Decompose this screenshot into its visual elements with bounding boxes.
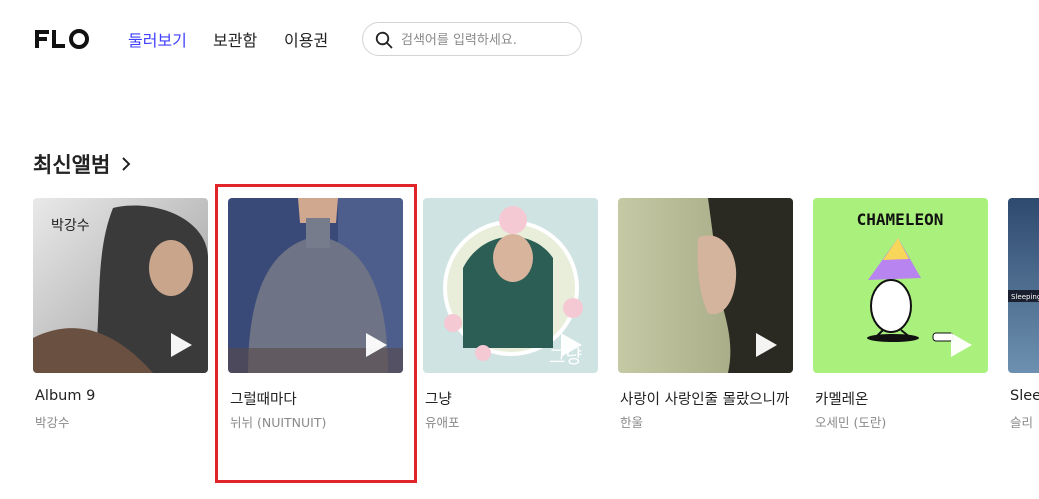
search-icon: [375, 31, 393, 49]
album-cover[interactable]: [228, 198, 403, 373]
album-card[interactable]: 박강수 Album 9 박강수: [33, 198, 208, 430]
search-input[interactable]: [401, 30, 571, 50]
nav-subscription[interactable]: 이용권: [284, 27, 328, 51]
nav-library[interactable]: 보관함: [213, 27, 257, 51]
play-icon[interactable]: [558, 331, 584, 359]
album-cover[interactable]: 그냥: [423, 198, 598, 373]
play-icon[interactable]: [948, 331, 974, 359]
album-card[interactable]: CHAMELEON 카멜레온 오세민 (도란): [813, 198, 988, 430]
album-list: 박강수 Album 9 박강수 그럴때마다 뉘뉘 (NUITNUIT) 그냥 그…: [33, 198, 1039, 458]
album-card[interactable]: 그냥 그냥 유애포: [423, 198, 598, 430]
album-cover[interactable]: Sleeping: [1008, 198, 1039, 373]
play-icon[interactable]: [753, 331, 779, 359]
section-title-text: 최신앨범: [33, 153, 111, 177]
album-title[interactable]: Slee: [1010, 388, 1039, 404]
play-icon[interactable]: [168, 331, 194, 359]
album-artist[interactable]: 한울: [620, 412, 643, 431]
album-cover[interactable]: 박강수: [33, 198, 208, 373]
svg-text:박강수: 박강수: [51, 218, 90, 234]
chevron-right-icon: [122, 157, 131, 171]
album-card[interactable]: Sleeping Slee 슬리: [1008, 198, 1039, 430]
album-artist[interactable]: 유애포: [425, 412, 460, 431]
album-card[interactable]: 사랑이 사랑인줄 몰랐으니까 한울: [618, 198, 793, 430]
search-box[interactable]: [362, 22, 582, 56]
header: 둘러보기 보관함 이용권: [0, 0, 1039, 80]
album-title[interactable]: 사랑이 사랑인줄 몰랐으니까: [620, 388, 789, 409]
flo-logo[interactable]: [33, 26, 91, 52]
album-title[interactable]: 카멜레온: [815, 388, 868, 409]
nav-browse[interactable]: 둘러보기: [128, 27, 187, 51]
album-title[interactable]: 그냥: [425, 388, 452, 409]
album-artist[interactable]: 오세민 (도란): [815, 412, 886, 431]
play-icon[interactable]: [363, 331, 389, 359]
album-cover[interactable]: CHAMELEON: [813, 198, 988, 373]
album-artist[interactable]: 뉘뉘 (NUITNUIT): [230, 412, 326, 431]
album-cover[interactable]: [618, 198, 793, 373]
album-title[interactable]: 그럴때마다: [230, 388, 297, 409]
svg-text:Sleeping: Sleeping: [1011, 293, 1039, 301]
album-title[interactable]: Album 9: [35, 388, 95, 404]
album-artist[interactable]: 박강수: [35, 412, 70, 431]
svg-text:CHAMELEON: CHAMELEON: [857, 210, 944, 229]
section-title-new-albums[interactable]: 최신앨범: [33, 149, 132, 179]
album-artist[interactable]: 슬리: [1010, 412, 1033, 431]
album-card[interactable]: 그럴때마다 뉘뉘 (NUITNUIT): [228, 198, 403, 430]
album-cover-image: Sleeping: [1008, 198, 1039, 373]
